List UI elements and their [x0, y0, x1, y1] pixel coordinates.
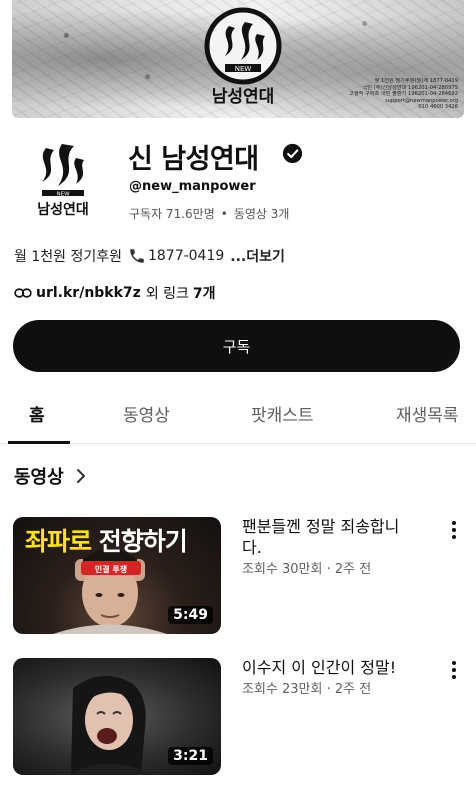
channel-banner: NEW 남성연대 월 1천원 정기후원(월)계 1877-0419 국민 (주)… — [12, 0, 464, 118]
video-title[interactable]: 이수지 이 인간이 정말! — [242, 657, 418, 678]
link-suffix: 외 링크 — [145, 286, 189, 302]
section-videos-header[interactable]: 동영상 — [14, 463, 88, 489]
channel-name: 신 남성연대 — [128, 144, 259, 175]
section-title: 동영상 — [14, 467, 64, 488]
verified-badge-icon — [282, 143, 303, 164]
thumbnail-caption-rest: 전향하기 — [91, 527, 188, 556]
subscribe-button[interactable]: 구독 — [13, 320, 460, 372]
svg-text:민결 투쟁: 민결 투쟁 — [95, 564, 127, 574]
channel-stats: 구독자 71.6만명 • 동영상 3개 — [129, 205, 289, 222]
video-meta: 조회수 23만회 · 2주 전 — [242, 682, 372, 697]
video-duration: 3:21 — [168, 747, 213, 765]
channel-handle: @new_manpower — [129, 179, 256, 194]
phone-number: 1877-0419 — [147, 248, 225, 264]
stats-separator: • — [220, 207, 228, 221]
video-count: 동영상 3개 — [233, 207, 290, 221]
video-duration: 5:49 — [168, 606, 213, 624]
link-url[interactable]: url.kr/nbkk7z — [36, 285, 141, 301]
thumbnail-caption-highlight: 좌파로 — [25, 527, 92, 556]
video-meta: 조회수 30만회 · 2주 전 — [242, 562, 372, 577]
channel-tabs: 홈 동영상 팟캐스트 재생목록 — [0, 389, 476, 444]
svg-text:NEW: NEW — [235, 65, 252, 73]
video-title[interactable]: 팬분들껜 정말 죄송합니다. — [242, 516, 418, 558]
banner-info-line: 월 1천원 정기후원(월)계 1877-0419 — [374, 78, 458, 84]
tab-home[interactable]: 홈 — [29, 401, 45, 426]
channel-links[interactable]: url.kr/nbkk7z 외 링크 7개 — [14, 283, 216, 303]
banner-logo-icon: NEW 남성연대 — [204, 7, 282, 107]
chevron-right-icon — [76, 469, 85, 483]
link-count: 7개 — [192, 286, 216, 302]
video-thumbnail[interactable]: 3:21 — [13, 658, 221, 775]
channel-avatar[interactable]: NEW 남성연대 — [28, 142, 98, 220]
banner-info-line: 고생적 구하조 국민 출판기 196201-04-284692 — [348, 91, 458, 98]
banner-info-line: support@newmanpower.org — [384, 97, 458, 104]
more-options-icon[interactable] — [449, 520, 459, 540]
phone-icon — [130, 249, 144, 263]
banner-info-line: 국민 (주)신남성연대 196201-04-280975 — [362, 84, 458, 91]
subscriber-count: 구독자 71.6만명 — [129, 207, 215, 221]
channel-description[interactable]: 월 1천원 정기후원 1877-0419 ...더보기 — [14, 246, 285, 266]
svg-text:남성연대: 남성연대 — [37, 201, 89, 218]
tab-podcasts[interactable]: 팟캐스트 — [251, 401, 314, 426]
banner-info-line: 010 4600 3426 — [418, 104, 458, 111]
video-thumbnail[interactable]: 민결 투쟁 좌파로 전향하기 5:49 — [13, 517, 221, 634]
banner-logo-text: 남성연대 — [212, 87, 275, 107]
banner-info: 월 1천원 정기후원(월)계 1877-0419 국민 (주)신남성연대 196… — [338, 78, 458, 111]
more-link[interactable]: ...더보기 — [230, 246, 285, 266]
description-text: 월 1천원 정기후원 — [14, 249, 122, 265]
tab-playlists[interactable]: 재생목록 — [396, 401, 459, 426]
thumbnail-caption: 좌파로 전향하기 — [25, 522, 188, 558]
more-options-icon[interactable] — [449, 660, 459, 680]
active-tab-indicator — [8, 441, 70, 444]
link-icon — [14, 288, 32, 298]
svg-text:NEW: NEW — [56, 192, 70, 198]
tab-videos[interactable]: 동영상 — [123, 401, 170, 426]
